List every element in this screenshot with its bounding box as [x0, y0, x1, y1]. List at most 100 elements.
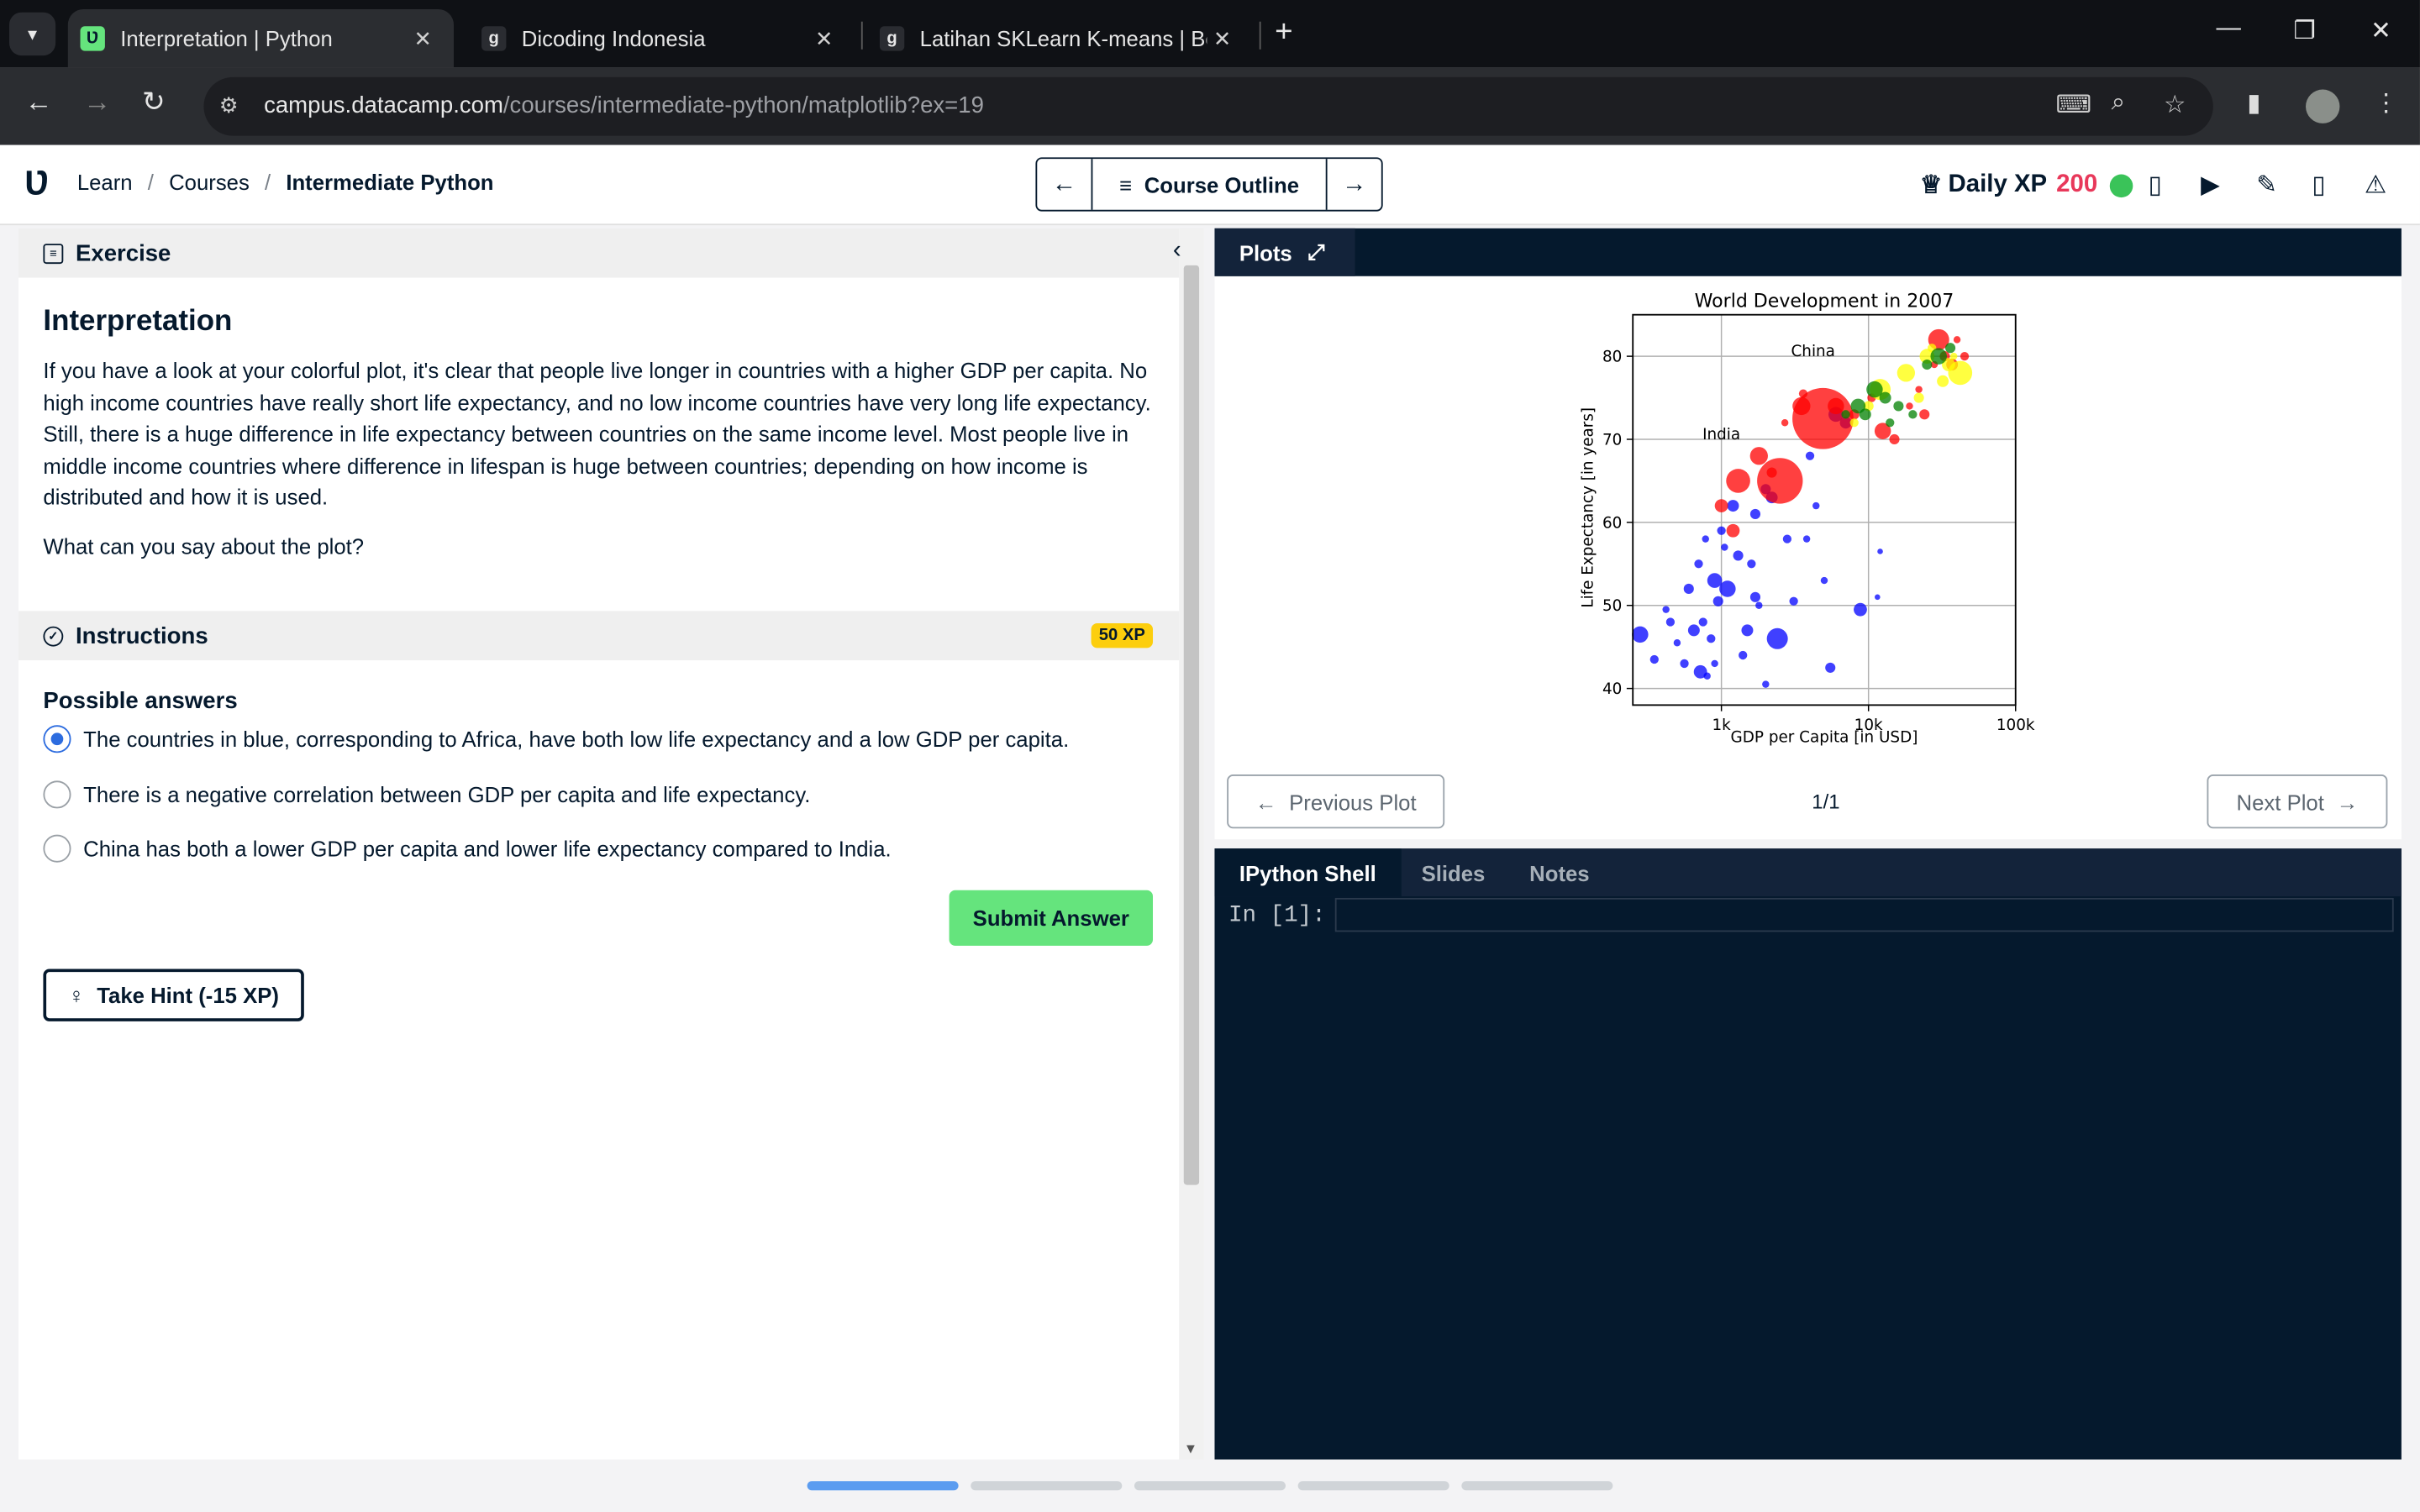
data-point — [1649, 654, 1659, 664]
data-point — [1906, 402, 1913, 410]
browser-menu-icon[interactable]: ⋮ — [2374, 88, 2398, 119]
data-point — [1930, 348, 1947, 365]
tab-notes[interactable]: Notes — [1505, 848, 1614, 896]
breadcrumb-courses[interactable]: Courses — [169, 170, 250, 194]
data-point — [1703, 672, 1711, 680]
y-tick-label: 50 — [1602, 597, 1622, 615]
answer-option-label: China has both a lower GDP per capita an… — [83, 836, 892, 861]
y-tick-label: 80 — [1602, 349, 1622, 366]
progress-segment-active[interactable] — [807, 1481, 959, 1491]
next-exercise-button[interactable]: → — [1328, 159, 1381, 210]
collapse-panel-icon[interactable]: ‹ — [1173, 238, 1181, 265]
answer-option[interactable]: There is a negative correlation between … — [43, 780, 810, 809]
data-point — [1747, 559, 1756, 569]
data-point — [1766, 467, 1777, 478]
data-point — [1702, 535, 1709, 543]
submit-answer-button[interactable]: Submit Answer — [949, 890, 1154, 946]
slides-icon[interactable]: ▯ — [2149, 170, 2162, 201]
data-point — [1665, 617, 1676, 627]
profile-avatar[interactable] — [2306, 89, 2340, 123]
minimize-icon[interactable]: — — [2217, 15, 2241, 43]
tab-ipython-shell[interactable]: IPython Shell — [1214, 848, 1402, 897]
new-tab-icon[interactable]: + — [1275, 15, 1292, 50]
pencil-icon[interactable]: ✎ — [2256, 170, 2277, 201]
take-hint-button[interactable]: ♀ Take Hint (-15 XP) — [43, 969, 304, 1021]
zoom-icon[interactable]: ⌕ — [2112, 90, 2125, 118]
back-icon[interactable]: ← — [24, 87, 52, 119]
data-point — [1889, 433, 1900, 445]
answer-option[interactable]: China has both a lower GDP per capita an… — [43, 834, 892, 863]
answer-option-label: The countries in blue, corresponding to … — [83, 727, 1070, 752]
lightbulb-icon: ♀ — [68, 982, 85, 1008]
progress-segment[interactable] — [1297, 1481, 1449, 1491]
radio-button[interactable] — [43, 834, 71, 863]
previous-plot-button[interactable]: ← Previous Plot — [1227, 774, 1445, 829]
data-point — [1711, 659, 1718, 668]
data-point — [1812, 501, 1820, 510]
site-info-icon[interactable]: ⚙ — [219, 92, 239, 118]
data-point — [1908, 410, 1918, 419]
progress-segment[interactable] — [1134, 1481, 1286, 1491]
arrow-right-icon: → — [2336, 789, 2359, 814]
progress-segment[interactable] — [971, 1481, 1123, 1491]
data-point — [1919, 409, 1930, 420]
shell-prompt: In [1]: — [1228, 902, 1326, 929]
browser-tab[interactable]: g Dicoding Indonesia ✕ — [469, 9, 855, 68]
close-tab-icon[interactable]: ✕ — [808, 25, 839, 51]
data-point — [1859, 408, 1871, 421]
expand-icon[interactable]: ⤢ — [1307, 239, 1325, 265]
close-tab-icon[interactable]: ✕ — [1207, 25, 1238, 51]
status-dot — [2109, 173, 2133, 197]
tab-plots[interactable]: Plots ⤢ — [1214, 228, 1355, 276]
side-panel-icon[interactable]: ▮ — [2247, 88, 2260, 119]
breadcrumb-learn[interactable]: Learn — [77, 170, 133, 194]
mobile-icon[interactable]: ▯ — [2312, 170, 2325, 201]
data-point — [1762, 680, 1770, 688]
radio-selected[interactable] — [43, 725, 71, 753]
exercise-scrollbar[interactable]: ▼ — [1179, 228, 1204, 1460]
radio-button[interactable] — [43, 780, 71, 809]
forward-icon[interactable]: → — [83, 87, 111, 119]
tab-search-button[interactable]: ▾ — [9, 12, 56, 56]
translate-icon[interactable]: ⌨ — [2055, 90, 2091, 121]
data-point — [1828, 397, 1844, 415]
data-point — [1726, 523, 1740, 538]
data-point — [1749, 508, 1761, 520]
browser-tab-active[interactable]: Ʋ Interpretation | Python ✕ — [67, 9, 454, 68]
daily-xp-value: 200 — [2056, 171, 2098, 198]
answer-option[interactable]: The countries in blue, corresponding to … — [43, 725, 1069, 753]
datacamp-logo-icon[interactable]: Ʋ — [24, 164, 49, 204]
bookmark-star-icon[interactable]: ☆ — [2164, 90, 2186, 121]
data-point — [1766, 627, 1788, 649]
video-icon[interactable]: ▶ — [2201, 170, 2220, 201]
scrollbar-thumb[interactable] — [1183, 265, 1200, 1185]
close-tab-icon[interactable]: ✕ — [408, 25, 439, 51]
data-point — [1922, 359, 1933, 370]
data-point — [1879, 391, 1891, 404]
scroll-down-icon[interactable]: ▼ — [1184, 1441, 1197, 1456]
daily-xp[interactable]: ♕ Daily XP 200 — [1920, 170, 2133, 201]
data-point — [1749, 591, 1761, 602]
data-point — [1707, 634, 1716, 643]
exercise-panel: ≡ Exercise Interpretation If you have a … — [18, 228, 1180, 1460]
url-bar[interactable]: ⚙ campus.datacamp.com/courses/intermedia… — [203, 76, 2213, 136]
tab-slides[interactable]: Slides — [1397, 848, 1510, 896]
next-plot-button[interactable]: Next Plot → — [2207, 774, 2388, 829]
browser-tab[interactable]: g Latihan SKLearn K-means | Bela ✕ — [867, 9, 1253, 68]
data-point — [1915, 386, 1923, 393]
data-point — [1749, 447, 1768, 465]
close-window-icon[interactable]: ✕ — [2370, 15, 2391, 46]
shell-input[interactable] — [1334, 897, 2394, 932]
previous-exercise-button[interactable]: ← — [1037, 159, 1091, 210]
y-tick-label: 60 — [1602, 514, 1622, 532]
url-text[interactable]: campus.datacamp.com/courses/intermediate… — [264, 92, 984, 118]
progress-segment[interactable] — [1461, 1481, 1613, 1491]
data-point — [1792, 396, 1811, 416]
breadcrumb-course[interactable]: Intermediate Python — [286, 170, 493, 194]
course-outline-button[interactable]: ≡ Course Outline — [1091, 159, 1328, 210]
data-point — [1953, 336, 1961, 344]
tab-title: Dicoding Indonesia — [521, 26, 706, 51]
restore-icon[interactable]: ❐ — [2293, 15, 2315, 46]
reload-icon[interactable]: ↻ — [142, 87, 166, 119]
warning-icon[interactable]: ⚠ — [2365, 170, 2386, 201]
